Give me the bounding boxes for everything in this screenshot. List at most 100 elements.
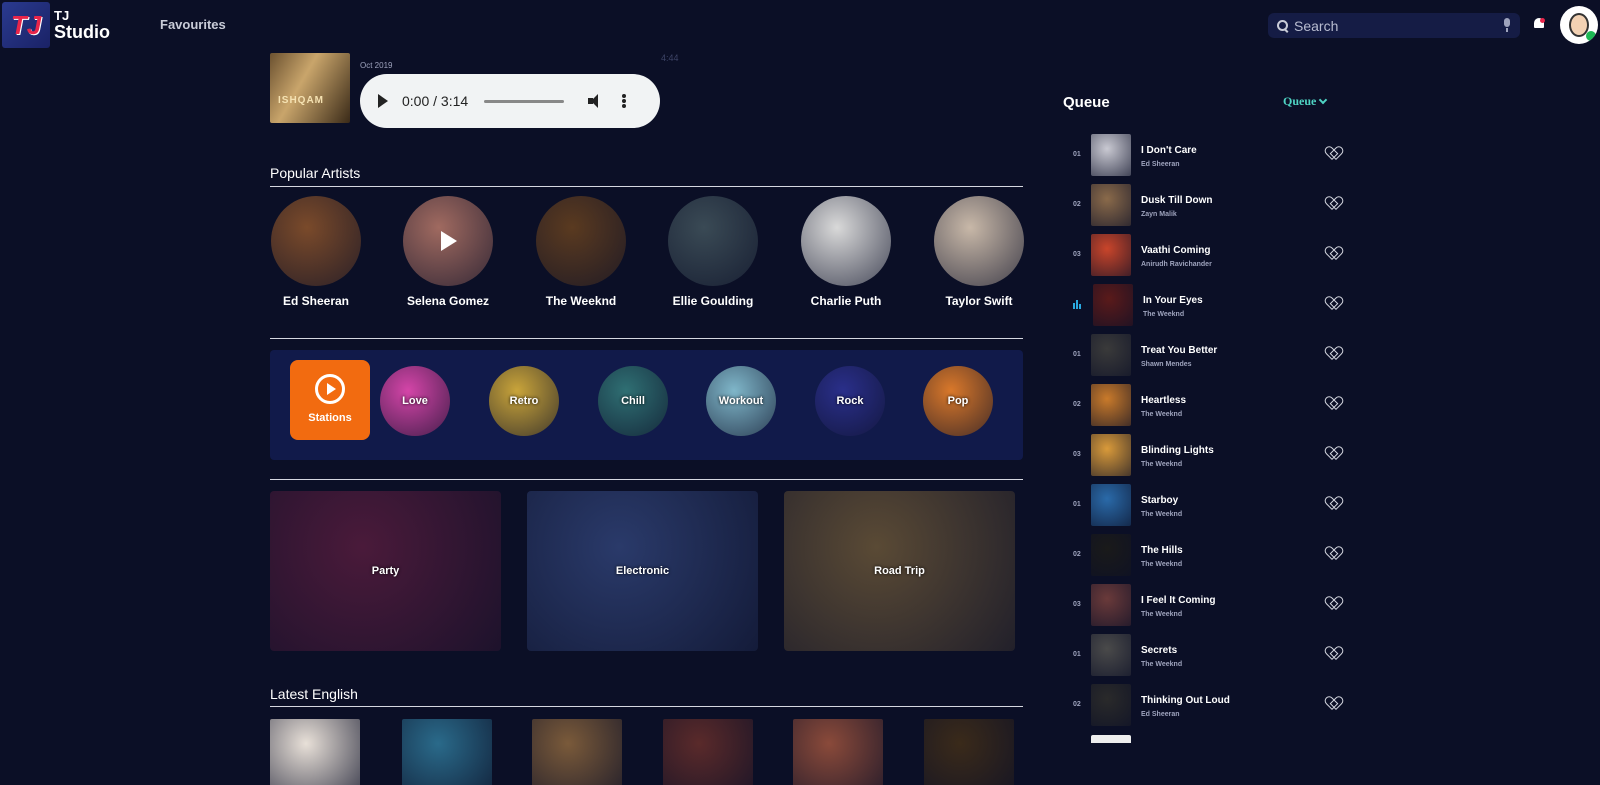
queue-item-number: 02 — [1073, 201, 1081, 208]
queue-item-number: 01 — [1073, 651, 1081, 658]
artist-photo — [536, 196, 626, 286]
microphone-icon[interactable] — [1502, 18, 1512, 33]
genre-station[interactable]: Pop — [923, 366, 993, 436]
artist-name: The Weeknd — [545, 294, 617, 308]
genre-station[interactable]: Rock — [815, 366, 885, 436]
heart-icon[interactable] — [1327, 247, 1339, 259]
artist-photo — [403, 196, 493, 286]
artist-photo — [668, 196, 758, 286]
queue-item-thumb — [1091, 634, 1131, 676]
player-time: 0:00 / 3:14 — [402, 93, 469, 109]
heart-icon[interactable] — [1327, 697, 1339, 709]
album-card[interactable] — [663, 719, 753, 785]
notification-bell-icon[interactable] — [1533, 18, 1545, 31]
artist-name: Ed Sheeran — [282, 294, 350, 308]
queue-item[interactable]: 02 Dusk Till Down Zayn Malik — [1060, 183, 1340, 227]
track-duration: 4:44 — [661, 53, 679, 63]
heart-icon[interactable] — [1327, 547, 1339, 559]
artist-card[interactable]: Selena Gomez — [402, 196, 494, 308]
heart-icon[interactable] — [1327, 447, 1339, 459]
progress-bar[interactable] — [484, 99, 565, 103]
artist-photo — [934, 196, 1024, 286]
stations-button[interactable]: Stations — [290, 360, 370, 440]
genre-station[interactable]: Workout — [706, 366, 776, 436]
heart-icon[interactable] — [1327, 597, 1339, 609]
search-bar[interactable]: Search — [1268, 13, 1520, 38]
queue-item[interactable]: 01 Treat You Better Shawn Mendes — [1060, 333, 1340, 377]
queue-song-artist: Shawn Mendes — [1141, 361, 1192, 368]
artist-card[interactable]: Charlie Puth — [800, 196, 892, 308]
queue-item-number: 03 — [1073, 601, 1081, 608]
artist-card[interactable]: Ed Sheeran — [270, 196, 362, 308]
volume-icon[interactable] — [588, 94, 602, 108]
queue-item[interactable]: 02 The Hills The Weeknd — [1060, 533, 1340, 577]
album-card[interactable] — [924, 719, 1014, 785]
artist-name: Ellie Goulding — [672, 294, 754, 308]
app-logo[interactable]: TJ TJ Studio — [0, 0, 130, 50]
divider — [270, 479, 1023, 480]
queue-item-thumb — [1091, 384, 1131, 426]
chevron-down-icon — [1319, 95, 1328, 105]
queue-item[interactable]: 03 Vaathi Coming Anirudh Ravichander — [1060, 233, 1340, 277]
popular-artists-title: Popular Artists — [270, 165, 361, 181]
queue-item-thumb[interactable] — [1091, 735, 1131, 743]
queue-item[interactable]: 03 I Feel It Coming The Weeknd — [1060, 583, 1340, 627]
artist-name: Taylor Swift — [945, 294, 1013, 308]
queue-item[interactable]: 02 Heartless The Weeknd — [1060, 383, 1340, 427]
queue-song-title: In Your Eyes — [1143, 295, 1203, 306]
queue-item[interactable]: 03 Blinding Lights The Weeknd — [1060, 433, 1340, 477]
logo-line2: Studio — [54, 22, 110, 42]
mood-playlist-card[interactable]: Party — [270, 491, 501, 651]
queue-title: Queue — [1063, 94, 1110, 111]
nav-favourites-link[interactable]: Favourites — [160, 17, 226, 32]
play-icon[interactable] — [378, 94, 388, 108]
queue-dropdown[interactable]: Queue — [1283, 94, 1328, 109]
queue-item[interactable]: 01 Starboy The Weeknd — [1060, 483, 1340, 527]
queue-song-artist: The Weeknd — [1141, 461, 1183, 468]
queue-song-title: I Feel It Coming — [1141, 595, 1216, 606]
queue-song-artist: The Weeknd — [1141, 411, 1183, 418]
heart-icon[interactable] — [1327, 647, 1339, 659]
heart-icon[interactable] — [1327, 297, 1339, 309]
genre-station[interactable]: Retro — [489, 366, 559, 436]
queue-song-title: Thinking Out Loud — [1141, 695, 1230, 706]
album-card[interactable] — [270, 719, 360, 785]
genre-station[interactable]: Love — [380, 366, 450, 436]
queue-song-title: Vaathi Coming — [1141, 245, 1211, 256]
queue-item[interactable]: In Your Eyes The Weeknd — [1060, 283, 1340, 327]
queue-item-number: 02 — [1073, 551, 1081, 558]
heart-icon[interactable] — [1327, 347, 1339, 359]
audio-player[interactable]: 0:00 / 3:14 — [360, 74, 660, 128]
artist-card[interactable]: Taylor Swift — [933, 196, 1025, 308]
artist-card[interactable]: The Weeknd — [535, 196, 627, 308]
play-icon[interactable] — [441, 231, 457, 251]
artist-card[interactable]: Ellie Goulding — [667, 196, 759, 308]
queue-song-title: Treat You Better — [1141, 345, 1218, 356]
queue-item[interactable]: 01 I Don't Care Ed Sheeran — [1060, 133, 1340, 177]
heart-icon[interactable] — [1327, 197, 1339, 209]
queue-item[interactable]: 02 Thinking Out Loud Ed Sheeran — [1060, 683, 1340, 727]
genre-station[interactable]: Chill — [598, 366, 668, 436]
mood-playlist-card[interactable]: Electronic — [527, 491, 758, 651]
divider — [270, 186, 1023, 187]
heart-icon[interactable] — [1327, 147, 1339, 159]
album-card[interactable] — [793, 719, 883, 785]
stations-icon — [315, 374, 345, 404]
now-playing-equalizer-icon — [1073, 299, 1083, 309]
artist-photo — [271, 196, 361, 286]
online-status-icon — [1586, 31, 1596, 41]
search-icon — [1276, 19, 1290, 33]
divider — [270, 706, 1023, 707]
queue-item[interactable]: 01 Secrets The Weeknd — [1060, 633, 1340, 677]
heart-icon[interactable] — [1327, 497, 1339, 509]
album-card[interactable] — [532, 719, 622, 785]
now-playing-cover: ISHQAM — [270, 53, 350, 123]
mood-playlist-card[interactable]: Road Trip — [784, 491, 1015, 651]
more-options-icon[interactable] — [622, 94, 627, 108]
search-input[interactable]: Search — [1294, 18, 1502, 34]
queue-item-thumb — [1091, 184, 1131, 226]
album-card[interactable] — [402, 719, 492, 785]
user-avatar[interactable] — [1560, 6, 1598, 44]
heart-icon[interactable] — [1327, 397, 1339, 409]
queue-item-number: 01 — [1073, 151, 1081, 158]
